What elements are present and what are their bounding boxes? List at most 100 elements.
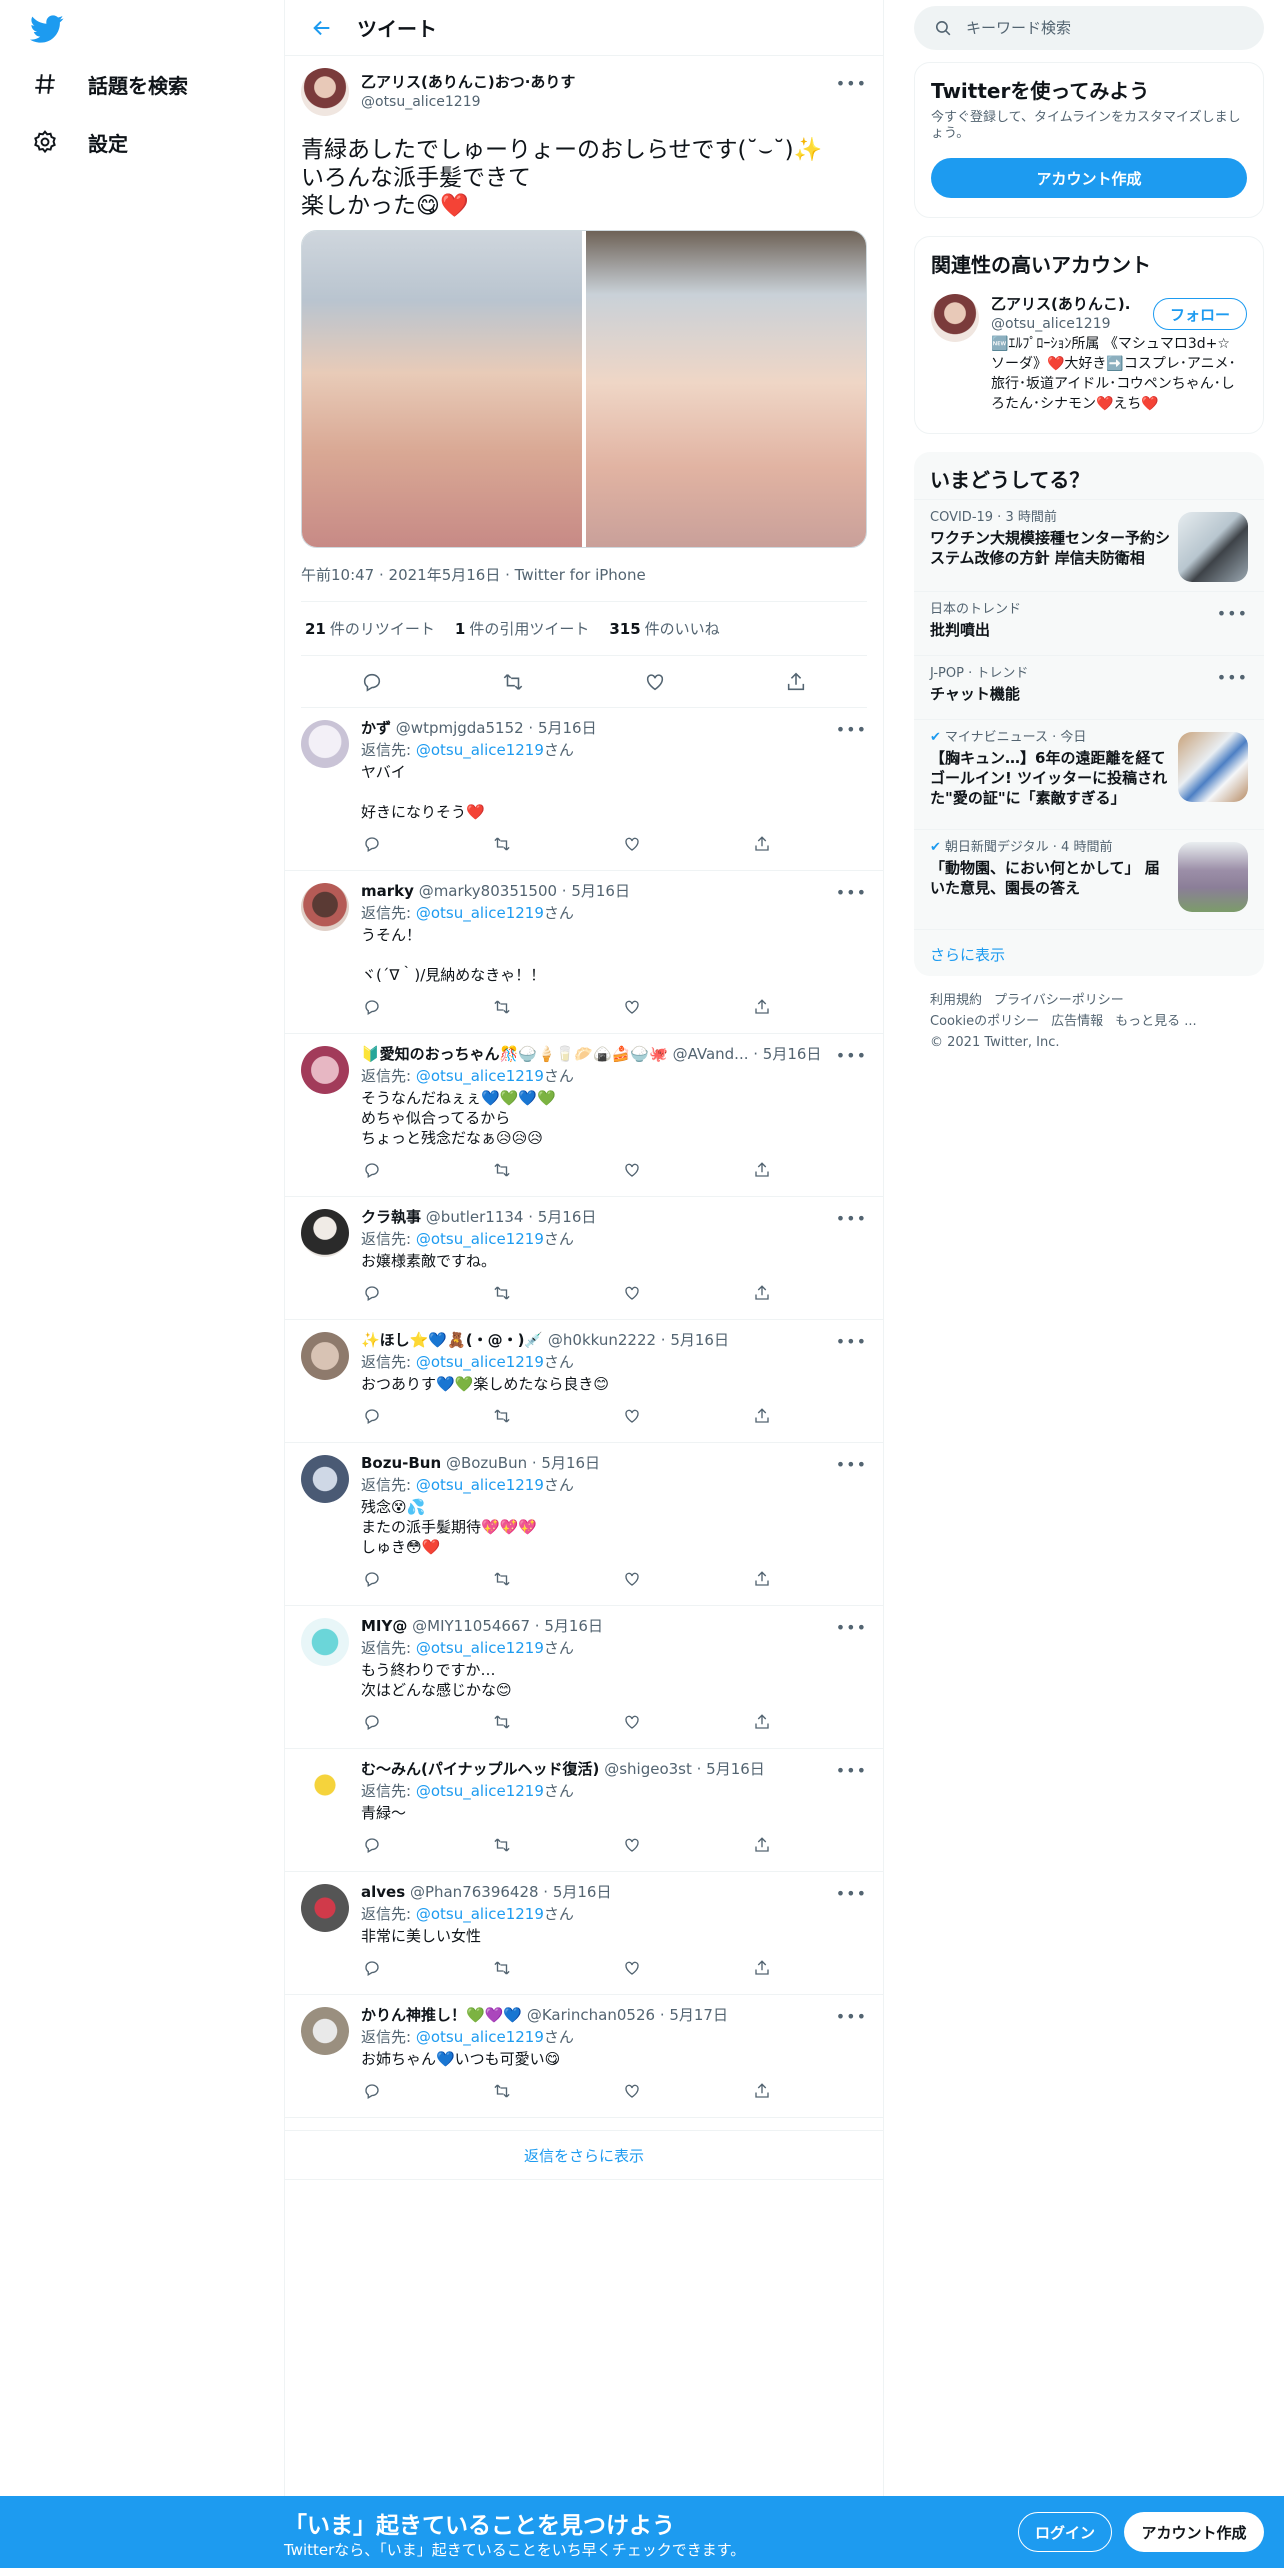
reply-icon[interactable] bbox=[361, 996, 383, 1018]
more-icon[interactable]: ••• bbox=[836, 1209, 867, 1228]
more-icon[interactable]: ••• bbox=[836, 2007, 867, 2026]
avatar[interactable] bbox=[301, 1618, 349, 1666]
share-icon[interactable] bbox=[751, 1568, 773, 1590]
avatar[interactable] bbox=[301, 1046, 349, 1094]
footer-link-ads[interactable]: 広告情報 bbox=[1051, 1014, 1103, 1029]
share-icon[interactable] bbox=[751, 833, 773, 855]
avatar[interactable] bbox=[301, 1884, 349, 1932]
reply-tweet[interactable]: かりん神推し！💚💜💙 @Karinchan0526 · 5月17日 ••• 返信… bbox=[285, 1995, 883, 2118]
reply-handle-date[interactable]: @butler1134 · 5月16日 bbox=[426, 1208, 597, 1226]
reply-handle-date[interactable]: @BozuBun · 5月16日 bbox=[446, 1454, 600, 1472]
reply-tweet[interactable]: 🔰愛知のおっちゃん🎊🍚🍦🥛🥟🍙🍰🍚🐙 @AVand... · 5月16日 •••… bbox=[285, 1034, 883, 1197]
reply-author-name[interactable]: かず bbox=[361, 719, 391, 737]
more-icon[interactable]: ••• bbox=[836, 1884, 867, 1903]
reply-tweet[interactable]: む〜みん(パイナップルヘッド復活) @shigeo3st · 5月16日 •••… bbox=[285, 1749, 883, 1872]
reply-tweet[interactable]: Bozu-Bun @BozuBun · 5月16日 ••• 返信先: @otsu… bbox=[285, 1443, 883, 1606]
reply-icon[interactable] bbox=[361, 1711, 383, 1733]
tweet-photo[interactable] bbox=[586, 231, 866, 547]
more-icon[interactable]: ••• bbox=[836, 883, 867, 902]
reply-author-name[interactable]: Bozu-Bun bbox=[361, 1454, 441, 1472]
avatar[interactable] bbox=[301, 1332, 349, 1380]
reply-handle-date[interactable]: @shigeo3st · 5月16日 bbox=[604, 1760, 765, 1778]
footer-link-cookies[interactable]: Cookieのポリシー bbox=[930, 1014, 1039, 1029]
trend-item[interactable]: 日本のトレンド 批判噴出 ••• bbox=[914, 591, 1264, 655]
more-icon[interactable]: ••• bbox=[836, 1046, 867, 1065]
reply-tweet[interactable]: marky @marky80351500 · 5月16日 ••• 返信先: @o… bbox=[285, 871, 883, 1034]
avatar[interactable] bbox=[301, 1761, 349, 1809]
avatar[interactable] bbox=[301, 1455, 349, 1503]
show-more-trends-link[interactable]: さらに表示 bbox=[914, 929, 1264, 981]
footer-link-terms[interactable]: 利用規約 bbox=[930, 993, 982, 1008]
reply-mention-link[interactable]: @otsu_alice1219 bbox=[416, 2028, 544, 2046]
footer-link-privacy[interactable]: プライバシーポリシー bbox=[994, 993, 1124, 1008]
reply-mention-link[interactable]: @otsu_alice1219 bbox=[416, 1067, 544, 1085]
reply-tweet[interactable]: MIY@ @MIY11054667 · 5月16日 ••• 返信先: @otsu… bbox=[285, 1606, 883, 1749]
reply-mention-link[interactable]: @otsu_alice1219 bbox=[416, 1476, 544, 1494]
reply-author-name[interactable]: marky bbox=[361, 882, 414, 900]
reply-author-name[interactable]: クラ執事 bbox=[361, 1208, 421, 1226]
like-icon[interactable] bbox=[621, 1711, 643, 1733]
retweet-icon[interactable] bbox=[502, 671, 524, 693]
retweet-icon[interactable] bbox=[491, 1834, 513, 1856]
retweet-icon[interactable] bbox=[491, 1957, 513, 1979]
retweet-icon[interactable] bbox=[491, 1282, 513, 1304]
author-handle[interactable]: @otsu_alice1219 bbox=[361, 92, 575, 112]
reply-icon[interactable] bbox=[361, 833, 383, 855]
retweet-icon[interactable] bbox=[491, 833, 513, 855]
reply-tweet[interactable]: alves @Phan76396428 · 5月16日 ••• 返信先: @ot… bbox=[285, 1872, 883, 1995]
reply-author-name[interactable]: ✨ほし⭐💙🧸(・@・)💉 bbox=[361, 1331, 543, 1349]
like-icon[interactable] bbox=[621, 1957, 643, 1979]
follow-button[interactable]: フォロー bbox=[1153, 298, 1247, 330]
reply-handle-date[interactable]: @marky80351500 · 5月16日 bbox=[419, 882, 630, 900]
like-icon[interactable] bbox=[621, 1282, 643, 1304]
share-icon[interactable] bbox=[785, 671, 807, 693]
trend-item[interactable]: ✔ 朝日新聞デジタル · 4 時間前 「動物園、におい何とかして」 届いた意見、園… bbox=[914, 829, 1264, 929]
retweet-icon[interactable] bbox=[491, 1159, 513, 1181]
reply-icon[interactable] bbox=[361, 1957, 383, 1979]
reply-handle-date[interactable]: @AVand... · 5月16日 bbox=[673, 1045, 821, 1063]
share-icon[interactable] bbox=[751, 1957, 773, 1979]
like-icon[interactable] bbox=[621, 2080, 643, 2102]
reply-mention-link[interactable]: @otsu_alice1219 bbox=[416, 1782, 544, 1800]
share-icon[interactable] bbox=[751, 996, 773, 1018]
more-icon[interactable]: ••• bbox=[1217, 604, 1248, 623]
like-icon[interactable] bbox=[621, 1568, 643, 1590]
more-icon[interactable]: ••• bbox=[836, 720, 867, 739]
reply-icon[interactable] bbox=[361, 1834, 383, 1856]
more-icon[interactable]: ••• bbox=[836, 1618, 867, 1637]
share-icon[interactable] bbox=[751, 1711, 773, 1733]
reply-tweet[interactable]: クラ執事 @butler1134 · 5月16日 ••• 返信先: @otsu_… bbox=[285, 1197, 883, 1320]
reply-icon[interactable] bbox=[361, 2080, 383, 2102]
related-account[interactable]: 乙アリス(ありんこ)... @otsu_alice1219 🆕ｴﾙﾌﾟﾛｰｼｮﾝ… bbox=[915, 284, 1263, 428]
reply-author-name[interactable]: む〜みん(パイナップルヘッド復活) bbox=[361, 1760, 599, 1778]
create-account-button[interactable]: アカウント作成 bbox=[931, 158, 1247, 198]
reply-mention-link[interactable]: @otsu_alice1219 bbox=[416, 1905, 544, 1923]
reply-mention-link[interactable]: @otsu_alice1219 bbox=[416, 1353, 544, 1371]
reply-mention-link[interactable]: @otsu_alice1219 bbox=[416, 904, 544, 922]
tweet-timestamp[interactable]: 午前10:47 · 2021年5月16日 · Twitter for iPhon… bbox=[301, 564, 867, 602]
back-arrow-icon[interactable] bbox=[307, 13, 337, 43]
retweets-stat[interactable]: 21 件のリツイート bbox=[305, 618, 435, 639]
reply-mention-link[interactable]: @otsu_alice1219 bbox=[416, 1230, 544, 1248]
nav-settings[interactable]: 設定 bbox=[30, 122, 128, 162]
retweet-icon[interactable] bbox=[491, 1568, 513, 1590]
share-icon[interactable] bbox=[751, 1834, 773, 1856]
share-icon[interactable] bbox=[751, 2080, 773, 2102]
share-icon[interactable] bbox=[751, 1405, 773, 1427]
nav-explore[interactable]: 話題を検索 bbox=[30, 64, 188, 104]
reply-author-name[interactable]: 🔰愛知のおっちゃん🎊🍚🍦🥛🥟🍙🍰🍚🐙 bbox=[361, 1045, 668, 1063]
author-name[interactable]: 乙アリス(ありんこ)おつ·ありす bbox=[361, 72, 575, 92]
reply-handle-date[interactable]: @wtpmjgda5152 · 5月16日 bbox=[396, 719, 597, 737]
trend-item[interactable]: COVID-19 · 3 時間前 ワクチン大規模接種センター予約システム改修の方… bbox=[914, 499, 1264, 591]
reply-icon[interactable] bbox=[361, 1405, 383, 1427]
like-icon[interactable] bbox=[621, 1159, 643, 1181]
more-icon[interactable]: ••• bbox=[836, 1332, 867, 1351]
avatar[interactable] bbox=[301, 720, 349, 768]
retweet-icon[interactable] bbox=[491, 2080, 513, 2102]
more-icon[interactable]: ••• bbox=[836, 74, 867, 93]
reply-icon[interactable] bbox=[361, 1282, 383, 1304]
more-icon[interactable]: ••• bbox=[836, 1455, 867, 1474]
reply-tweet[interactable]: ✨ほし⭐💙🧸(・@・)💉 @h0kkun2222 · 5月16日 ••• 返信先… bbox=[285, 1320, 883, 1443]
trend-item[interactable]: ✔ マイナビニュース · 今日 【胸キュン…】6年の遠距離を経てゴールイン! ツイ… bbox=[914, 719, 1264, 829]
retweet-icon[interactable] bbox=[491, 996, 513, 1018]
